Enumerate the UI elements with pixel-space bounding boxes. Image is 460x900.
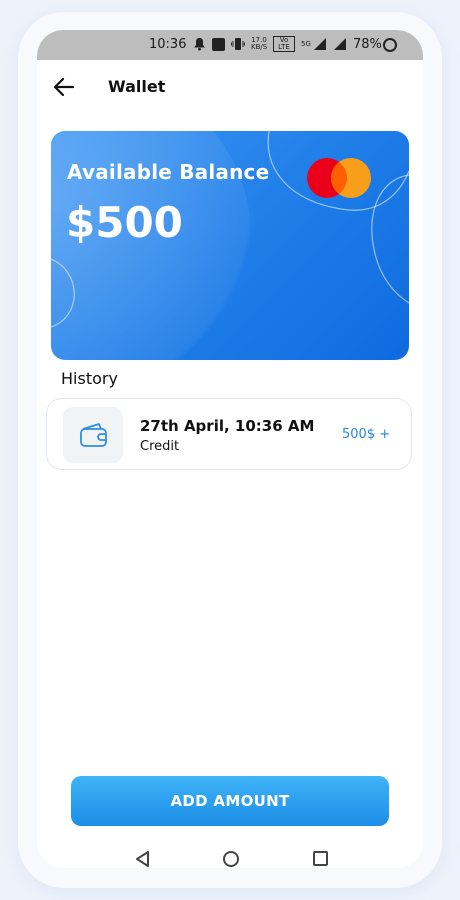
transaction-amount: 500$ +	[342, 427, 391, 442]
nav-back-icon[interactable]	[135, 851, 151, 867]
page-title: Wallet	[108, 77, 166, 96]
wallet-icon	[80, 423, 107, 447]
logo-overlap	[331, 158, 347, 198]
nav-recents-icon[interactable]	[313, 851, 328, 866]
app-screen: 10:36 17.0 KB/S Vo LTE 5G 78% Wallet Ava…	[37, 30, 423, 868]
balance-label: Available Balance	[67, 160, 270, 184]
app-notification-icon	[212, 37, 225, 51]
volte-badge: Vo LTE	[273, 36, 295, 52]
battery-ring-icon	[383, 38, 397, 52]
balance-amount: $500	[66, 198, 183, 247]
transaction-type: Credit	[140, 439, 180, 454]
nav-home-icon[interactable]	[223, 851, 239, 867]
status-bar: 10:36 17.0 KB/S Vo LTE 5G 78%	[37, 30, 423, 60]
battery-percent: 78%	[353, 37, 382, 52]
status-icons: 17.0 KB/S Vo LTE 5G	[193, 36, 347, 52]
speed-unit: KB/S	[251, 43, 268, 51]
app-header: Wallet	[37, 60, 423, 116]
signal-icon-2	[333, 38, 346, 50]
network-speed: 17.0 KB/S	[251, 37, 267, 51]
balance-card: Available Balance $500	[51, 131, 409, 360]
status-time: 10:36	[149, 37, 187, 52]
transaction-row[interactable]: 27th April, 10:36 AM Credit 500$ +	[46, 398, 412, 470]
vibrate-icon	[231, 38, 245, 50]
add-amount-button[interactable]: ADD AMOUNT	[71, 776, 389, 826]
transaction-icon-box	[63, 407, 123, 463]
network-type: 5G	[301, 40, 311, 48]
signal-icon	[313, 38, 326, 50]
bell-icon	[194, 37, 205, 51]
mastercard-logo	[307, 158, 373, 202]
system-nav-bar	[37, 838, 423, 868]
arrow-left-icon[interactable]	[53, 76, 75, 98]
transaction-date: 27th April, 10:36 AM	[140, 417, 315, 435]
history-heading: History	[61, 369, 118, 388]
